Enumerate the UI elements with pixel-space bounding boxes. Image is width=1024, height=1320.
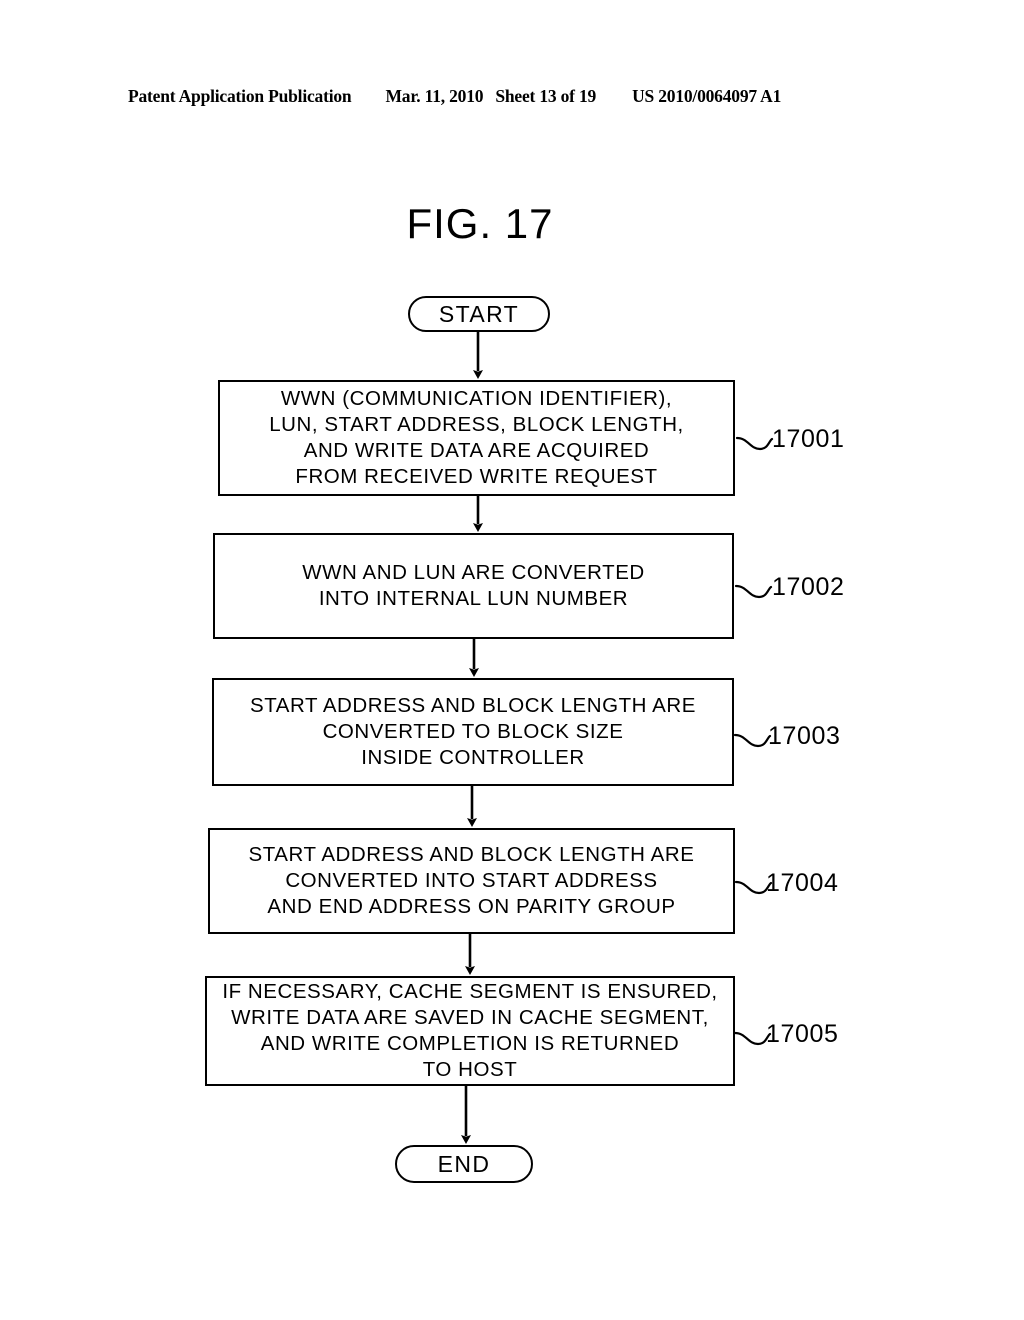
flowchart: START WWN (COMMUNICATION IDENTIFIER), LU… bbox=[0, 0, 1024, 1320]
leader-line-17005 bbox=[733, 1031, 772, 1046]
flow-node-17005-line-2: WRITE DATA ARE SAVED IN CACHE SEGMENT, bbox=[231, 1006, 709, 1029]
flow-node-17005-line-1: IF NECESSARY, CACHE SEGMENT IS ENSURED, bbox=[222, 980, 718, 1003]
flow-node-end-label: END bbox=[437, 1150, 491, 1177]
flowchart-connectors-layer bbox=[461, 332, 774, 1144]
flow-node-17002: WWN AND LUN ARE CONVERTED INTO INTERNAL … bbox=[213, 533, 734, 639]
flow-node-17005: IF NECESSARY, CACHE SEGMENT IS ENSURED, … bbox=[205, 976, 735, 1086]
flow-node-17003-line-3: INSIDE CONTROLLER bbox=[361, 746, 585, 769]
flow-node-17005-line-4: TO HOST bbox=[422, 1058, 518, 1081]
flow-node-17002-line-2: INTO INTERNAL LUN NUMBER bbox=[318, 587, 629, 610]
flow-node-17005-line-3: AND WRITE COMPLETION IS RETURNED bbox=[260, 1032, 680, 1055]
flow-node-17004-line-3: AND END ADDRESS ON PARITY GROUP bbox=[267, 895, 676, 918]
reference-numeral-17005: 17005 bbox=[766, 1020, 839, 1048]
leader-line-17002 bbox=[734, 584, 773, 599]
flow-node-end: END bbox=[395, 1145, 533, 1183]
flow-node-start-label: START bbox=[438, 300, 520, 327]
reference-numeral-17004: 17004 bbox=[766, 869, 839, 897]
flow-node-17002-line-1: WWN AND LUN ARE CONVERTED bbox=[302, 561, 645, 584]
leader-line-17003 bbox=[733, 733, 772, 748]
reference-numeral-17002: 17002 bbox=[772, 573, 845, 601]
flow-node-start: START bbox=[408, 296, 550, 332]
flow-node-17004: START ADDRESS AND BLOCK LENGTH ARE CONVE… bbox=[208, 828, 735, 934]
flow-node-17003-line-2: CONVERTED TO BLOCK SIZE bbox=[322, 720, 624, 743]
flow-node-17001-line-2: LUN, START ADDRESS, BLOCK LENGTH, bbox=[269, 413, 684, 436]
flow-node-17001-line-3: AND WRITE DATA ARE ACQUIRED bbox=[303, 439, 650, 462]
leader-line-17001 bbox=[735, 436, 774, 451]
flow-node-17001-line-4: FROM RECEIVED WRITE REQUEST bbox=[295, 465, 658, 488]
flow-node-17001-line-1: WWN (COMMUNICATION IDENTIFIER), bbox=[280, 387, 673, 410]
flow-node-17001: WWN (COMMUNICATION IDENTIFIER), LUN, STA… bbox=[218, 380, 735, 496]
reference-numeral-17003: 17003 bbox=[768, 722, 841, 750]
flow-node-17004-line-1: START ADDRESS AND BLOCK LENGTH ARE bbox=[248, 843, 695, 866]
flow-node-17003-line-1: START ADDRESS AND BLOCK LENGTH ARE bbox=[250, 694, 696, 717]
reference-numeral-17001: 17001 bbox=[772, 425, 845, 453]
flow-node-17004-line-2: CONVERTED INTO START ADDRESS bbox=[285, 869, 658, 892]
flow-node-17003: START ADDRESS AND BLOCK LENGTH ARE CONVE… bbox=[212, 678, 734, 786]
